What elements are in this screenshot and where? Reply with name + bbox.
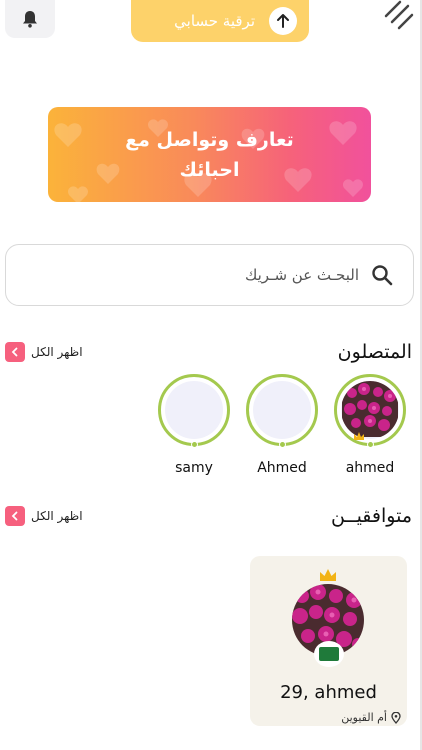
flower-photo: [342, 381, 398, 437]
bell-icon: [23, 11, 37, 28]
matches-title: متوافقيــن: [330, 505, 412, 527]
upgrade-account-button[interactable]: ترقية حسابي: [131, 0, 309, 42]
avatar: [246, 374, 318, 448]
upgrade-label: ترقية حسابي: [174, 12, 255, 30]
connected-title: المتصلون: [337, 341, 412, 363]
avatar: [334, 374, 406, 448]
connected-show-all[interactable]: اظهر الكل: [5, 342, 83, 362]
promo-banner[interactable]: تعارف وتواصل مع احبائك: [48, 107, 371, 202]
location-pin-icon: [391, 711, 401, 724]
banner-line-2: احبائك: [179, 158, 240, 181]
connected-user[interactable]: Ahmed: [246, 374, 318, 476]
show-all-label: اظهر الكل: [31, 345, 83, 359]
user-name: samy: [175, 460, 213, 476]
crown-icon: [354, 432, 364, 440]
search-placeholder: البحـث عن شـريك: [244, 266, 359, 284]
connected-user[interactable]: samy: [158, 374, 230, 476]
match-card[interactable]: 29, ahmed أم القيوين: [250, 556, 407, 726]
notifications-button[interactable]: [5, 0, 55, 38]
user-name: ahmed: [345, 460, 395, 476]
avatar: [158, 374, 230, 448]
chevron-left-icon: [5, 342, 25, 362]
show-all-label: اظهر الكل: [31, 509, 83, 523]
user-name: Ahmed: [257, 460, 307, 476]
banner-line-1: تعارف وتواصل مع: [125, 128, 294, 151]
arrow-up-icon: [269, 7, 297, 35]
chevron-left-icon: [5, 506, 25, 526]
menu-lines-icon[interactable]: [384, 0, 414, 30]
location-text: أم القيوين: [341, 711, 387, 724]
connected-user[interactable]: ahmed: [334, 374, 406, 476]
match-name-age: 29, ahmed: [280, 682, 377, 703]
partner-search-box[interactable]: البحـث عن شـريك: [5, 244, 414, 306]
saudi-flag-icon: [314, 641, 344, 667]
crown-icon: [320, 569, 336, 581]
matches-show-all[interactable]: اظهر الكل: [5, 506, 83, 526]
banner-text: تعارف وتواصل مع احبائك: [95, 125, 325, 185]
match-location: أم القيوين: [341, 711, 401, 724]
search-icon: [372, 265, 393, 286]
